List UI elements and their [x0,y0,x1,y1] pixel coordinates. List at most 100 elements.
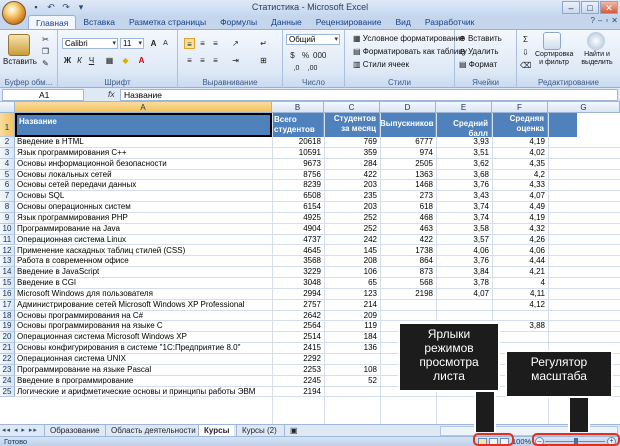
row-header[interactable]: 17 [0,299,15,311]
cell-name[interactable]: Основы сетей передачи данных [17,180,274,190]
cell-value[interactable]: 273 [380,191,436,201]
formula-input[interactable]: Название [120,89,618,101]
increase-decimal-icon[interactable]: ,0 [291,63,302,74]
fx-icon[interactable]: fx [108,89,115,99]
cell-value[interactable]: 2415 [272,343,324,353]
cell-value[interactable]: 3,93 [436,137,492,147]
cell-value[interactable]: 252 [324,213,380,223]
format-cells-button[interactable]: ▤ Формат [459,60,497,69]
cell-value[interactable]: 209 [324,311,380,321]
autosum-icon[interactable]: Σ [520,34,531,45]
row-header[interactable]: 22 [0,354,15,365]
cell-name[interactable]: Основы конфигурирования в системе "1С:Пр… [17,343,274,353]
cell-value[interactable]: 10591 [272,148,324,158]
cell-value[interactable]: 2292 [272,354,324,364]
cell-value[interactable]: 4,33 [492,180,548,190]
cell-value[interactable] [436,311,492,321]
col-header-d[interactable]: D [380,102,436,113]
cell-value[interactable]: 4,12 [492,300,548,310]
underline-icon[interactable]: Ч [86,55,97,66]
cell-value[interactable]: 3,51 [436,148,492,158]
close-icon[interactable]: ✕ [600,1,618,14]
cell-value[interactable]: 4,07 [436,289,492,299]
cell-value[interactable]: 6508 [272,191,324,201]
cell-value[interactable]: 422 [324,170,380,180]
cell-value[interactable]: 106 [324,267,380,277]
sheet-nav-icons[interactable]: ◂◂ ◂ ▸ ▸▸ [2,426,38,434]
name-box[interactable]: A1 [2,89,84,101]
cell-name[interactable]: Работа в современном офисе [17,256,274,266]
row-header[interactable]: 2 [0,137,15,148]
align-left-icon[interactable]: ≡ [184,55,195,66]
cell-name[interactable]: Основы информационной безопасности [17,159,274,169]
cell-name[interactable]: Основы программирования на C# [17,311,274,321]
find-select-button[interactable]: Найти и выделить [577,51,617,67]
row-header[interactable]: 6 [0,180,15,192]
select-all-corner[interactable] [0,102,15,113]
cell-value[interactable]: 2994 [272,289,324,299]
sort-filter-button[interactable]: Сортировка и фильтр [535,51,573,67]
cell-value[interactable]: 2757 [272,300,324,310]
row-header[interactable]: 9 [0,212,15,224]
sheet-tab-activity[interactable]: Область деятельности [105,425,201,436]
delete-cells-button[interactable]: ⊖ Удалить [459,47,498,56]
paste-icon[interactable] [8,34,30,56]
paste-button[interactable]: Вставить [3,57,37,66]
office-button[interactable] [2,1,26,25]
cell-value[interactable]: 2245 [272,376,324,386]
cell-name[interactable]: Язык программирования C++ [17,148,274,158]
cell-value[interactable]: 235 [324,191,380,201]
shrink-font-icon[interactable]: A [160,38,171,49]
row-header[interactable]: 23 [0,364,15,376]
new-sheet-icon[interactable]: ▣ [284,425,303,436]
tab-home[interactable]: Главная [28,15,77,29]
cell-value[interactable]: 4,32 [492,224,548,234]
percent-icon[interactable]: % [300,50,311,61]
cell-value[interactable]: 4 [492,278,548,288]
cell-value[interactable]: 3229 [272,267,324,277]
cell-name[interactable]: Введение в CGI [17,278,274,288]
align-bottom-icon[interactable]: ≡ [210,38,221,49]
align-middle-icon[interactable]: ≡ [197,38,208,49]
header-per-month-cell[interactable]: Студентов за месяц [324,113,380,137]
zoom-level[interactable]: 100% [512,437,531,446]
cell-value[interactable]: 2253 [272,365,324,375]
cell-value[interactable]: 3568 [272,256,324,266]
row-header[interactable]: 25 [0,386,15,398]
row-header[interactable]: 5 [0,169,15,181]
header-graduates-cell[interactable]: Выпускников [380,113,436,137]
header-avg-cell[interactable]: Средний балл [436,113,492,138]
cell-value[interactable]: 4,11 [492,289,548,299]
header-mean-score-cell[interactable]: Средняя оценка [492,113,548,137]
cell-value[interactable]: 873 [380,267,436,277]
cell-name[interactable]: Применение каскадных таблиц стилей (CSS) [17,246,274,256]
sort-filter-icon[interactable] [543,32,561,50]
cell-value[interactable]: 359 [324,148,380,158]
wb-minimize-icon[interactable]: – [598,16,602,25]
row-header[interactable]: 24 [0,375,15,387]
cell-value[interactable]: 3,78 [436,278,492,288]
cell-value[interactable]: 769 [324,137,380,147]
cell-value[interactable]: 2642 [272,311,324,321]
col-header-a[interactable]: A [15,102,272,113]
tab-page-layout[interactable]: Разметка страницы [122,15,213,29]
sheet-tab-courses[interactable]: Курсы [198,425,235,436]
minimize-icon[interactable]: – [562,1,580,14]
cell-value[interactable] [492,311,548,321]
clear-icon[interactable]: ⌫ [520,60,531,71]
header-total-cell[interactable]: Всего студентов [272,113,324,137]
help-icon[interactable]: ? [591,16,595,25]
number-format-combo[interactable]: Общий [286,34,340,45]
cell-value[interactable]: 203 [324,180,380,190]
find-select-icon[interactable] [587,32,605,50]
cell-value[interactable]: 9673 [272,159,324,169]
col-header-e[interactable]: E [436,102,492,113]
cell-value[interactable]: 568 [380,278,436,288]
sheet-tab-courses-2[interactable]: Курсы (2) [236,425,282,436]
decrease-decimal-icon[interactable]: ,00 [307,63,318,74]
grow-font-icon[interactable]: A [148,38,159,49]
cell-value[interactable]: 3,84 [436,267,492,277]
cell-name[interactable]: Операционная система UNIX [17,354,274,364]
cell-value[interactable]: 4,19 [492,137,548,147]
tab-insert[interactable]: Вставка [76,15,122,29]
